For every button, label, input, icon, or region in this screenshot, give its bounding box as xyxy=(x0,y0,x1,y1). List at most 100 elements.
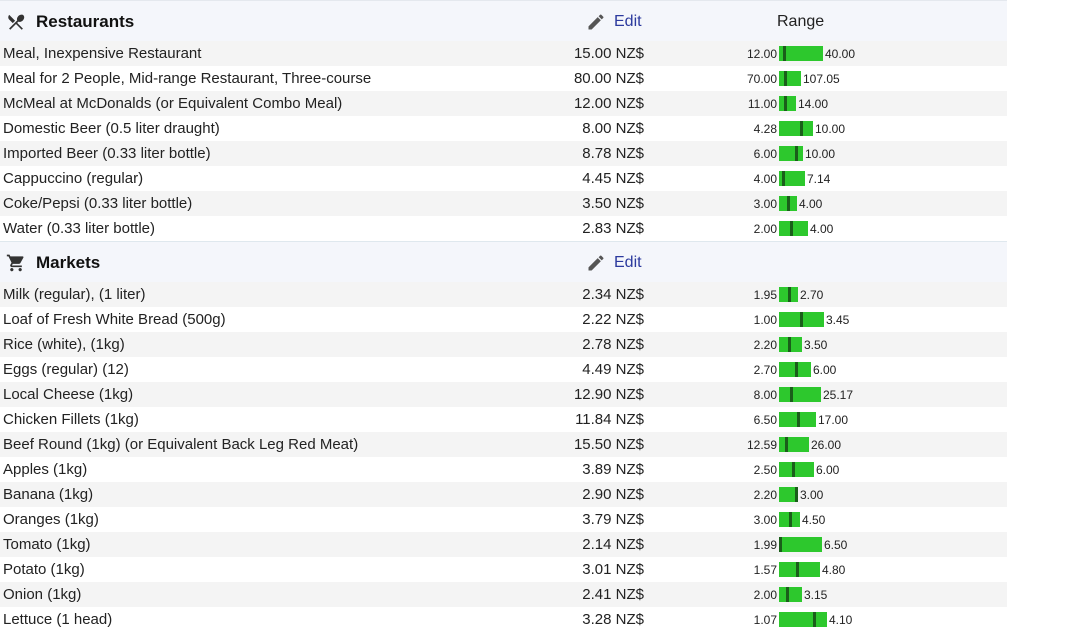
table-row: Meal for 2 People, Mid-range Restaurant,… xyxy=(0,66,1007,91)
item-name: Coke/Pepsi (0.33 liter bottle) xyxy=(3,195,193,212)
range-max: 4.00 xyxy=(799,197,823,211)
markets-edit-link[interactable]: Edit xyxy=(614,254,642,272)
range-min: 12.00 xyxy=(746,47,777,61)
price-marker xyxy=(800,312,803,327)
item-name: Rice (white), (1kg) xyxy=(3,336,125,353)
restaurants-title: Restaurants xyxy=(36,12,135,31)
range-min: 8.00 xyxy=(753,388,777,402)
item-price: 3.89 NZ$ xyxy=(582,461,644,478)
range-bar xyxy=(779,387,821,402)
item-price: 2.78 NZ$ xyxy=(582,336,644,353)
item-name: Potato (1kg) xyxy=(3,561,85,578)
range-max: 4.10 xyxy=(829,613,853,627)
range-min: 4.28 xyxy=(753,122,777,136)
range-max: 2.70 xyxy=(800,288,824,302)
range-max: 3.00 xyxy=(800,488,824,502)
range-bar xyxy=(779,362,811,377)
range-bar xyxy=(779,287,798,302)
table-row: Apples (1kg) 3.89 NZ$ 2.50 6.00 xyxy=(0,457,1007,482)
item-price: 15.50 NZ$ xyxy=(573,436,644,453)
table-row: Local Cheese (1kg) 12.90 NZ$ 8.00 25.17 xyxy=(0,382,1007,407)
range-bar xyxy=(779,71,801,86)
item-name: Domestic Beer (0.5 liter draught) xyxy=(3,120,220,137)
restaurants-edit-button[interactable]: Edit xyxy=(586,12,642,32)
price-marker xyxy=(792,462,795,477)
item-name: Onion (1kg) xyxy=(3,586,82,603)
item-name: Chicken Fillets (1kg) xyxy=(3,411,139,428)
item-price: 2.83 NZ$ xyxy=(582,220,644,237)
pencil-icon xyxy=(588,255,604,271)
item-name: Loaf of Fresh White Bread (500g) xyxy=(3,311,226,328)
range-min: 1.00 xyxy=(753,313,777,327)
price-marker xyxy=(800,121,803,136)
item-price: 3.01 NZ$ xyxy=(582,561,644,578)
range-min: 70.00 xyxy=(746,72,777,86)
pencil-icon xyxy=(588,14,604,30)
range-max: 40.00 xyxy=(825,47,856,61)
range-min: 3.00 xyxy=(753,197,777,211)
range-max: 6.50 xyxy=(824,538,848,552)
table-row: Potato (1kg) 3.01 NZ$ 1.57 4.80 xyxy=(0,557,1007,582)
price-marker xyxy=(789,512,792,527)
range-max: 3.45 xyxy=(826,313,850,327)
range-min: 6.50 xyxy=(753,413,777,427)
item-price: 2.34 NZ$ xyxy=(582,286,644,303)
price-marker xyxy=(790,387,793,402)
item-price: 3.79 NZ$ xyxy=(582,511,644,528)
range-bar xyxy=(779,587,802,602)
table-row: Eggs (regular) (12) 4.49 NZ$ 2.70 6.00 xyxy=(0,357,1007,382)
range-bar xyxy=(779,612,827,627)
price-marker xyxy=(790,221,793,236)
item-name: Cappuccino (regular) xyxy=(3,170,144,187)
restaurants-edit-link[interactable]: Edit xyxy=(614,13,642,31)
range-bar xyxy=(779,412,816,427)
range-min: 2.20 xyxy=(753,338,777,352)
item-name: Imported Beer (0.33 liter bottle) xyxy=(3,145,211,162)
range-max: 3.50 xyxy=(804,338,828,352)
range-bar xyxy=(779,96,796,111)
item-name: McMeal at McDonalds (or Equivalent Combo… xyxy=(3,95,343,112)
price-marker xyxy=(783,46,786,61)
price-marker xyxy=(788,287,791,302)
range-min: 1.99 xyxy=(753,538,777,552)
item-name: Beef Round (1kg) (or Equivalent Back Leg… xyxy=(3,436,359,453)
range-min: 3.00 xyxy=(753,513,777,527)
table-row: Chicken Fillets (1kg) 11.84 NZ$ 6.50 17.00 xyxy=(0,407,1007,432)
range-min: 6.00 xyxy=(753,147,777,161)
item-price: 3.28 NZ$ xyxy=(582,611,644,628)
item-price: 8.00 NZ$ xyxy=(582,120,644,137)
markets-edit-button[interactable]: Edit xyxy=(586,253,642,273)
item-price: 2.90 NZ$ xyxy=(582,486,644,503)
table-row: Oranges (1kg) 3.79 NZ$ 3.00 4.50 xyxy=(0,507,1007,532)
item-price: 2.41 NZ$ xyxy=(582,586,644,603)
table-row: Domestic Beer (0.5 liter draught) 8.00 NZ… xyxy=(0,116,1007,141)
item-name: Meal, Inexpensive Restaurant xyxy=(3,45,202,62)
table-row: Lettuce (1 head) 3.28 NZ$ 1.07 4.10 xyxy=(0,607,1007,632)
range-bar xyxy=(779,462,814,477)
table-row: Banana (1kg) 2.90 NZ$ 2.20 3.00 xyxy=(0,482,1007,507)
item-price: 4.49 NZ$ xyxy=(582,361,644,378)
price-marker xyxy=(788,337,791,352)
item-name: Water (0.33 liter bottle) xyxy=(3,220,155,237)
range-max: 14.00 xyxy=(798,97,829,111)
item-name: Meal for 2 People, Mid-range Restaurant,… xyxy=(3,70,372,87)
item-name: Lettuce (1 head) xyxy=(3,611,113,628)
range-bar xyxy=(779,537,822,552)
table-row: Coke/Pepsi (0.33 liter bottle) 3.50 NZ$ 3.… xyxy=(0,191,1007,216)
item-name: Local Cheese (1kg) xyxy=(3,386,134,403)
markets-rows: Milk (regular), (1 liter) 2.34 NZ$ 1.95 2.7… xyxy=(0,282,1007,632)
table-row: Tomato (1kg) 2.14 NZ$ 1.99 6.50 xyxy=(0,532,1007,557)
price-marker xyxy=(797,412,800,427)
markets-title: Markets xyxy=(36,253,101,272)
range-max: 10.00 xyxy=(815,122,846,136)
table-row: McMeal at McDonalds (or Equivalent Combo… xyxy=(0,91,1007,116)
item-price: 8.78 NZ$ xyxy=(582,145,644,162)
price-marker xyxy=(795,146,798,161)
range-bar xyxy=(779,312,824,327)
range-min: 2.00 xyxy=(753,222,777,236)
item-price: 12.90 NZ$ xyxy=(573,386,644,403)
range-bar xyxy=(779,46,823,61)
range-max: 7.14 xyxy=(807,172,831,186)
price-marker xyxy=(779,537,782,552)
price-marker xyxy=(785,437,788,452)
